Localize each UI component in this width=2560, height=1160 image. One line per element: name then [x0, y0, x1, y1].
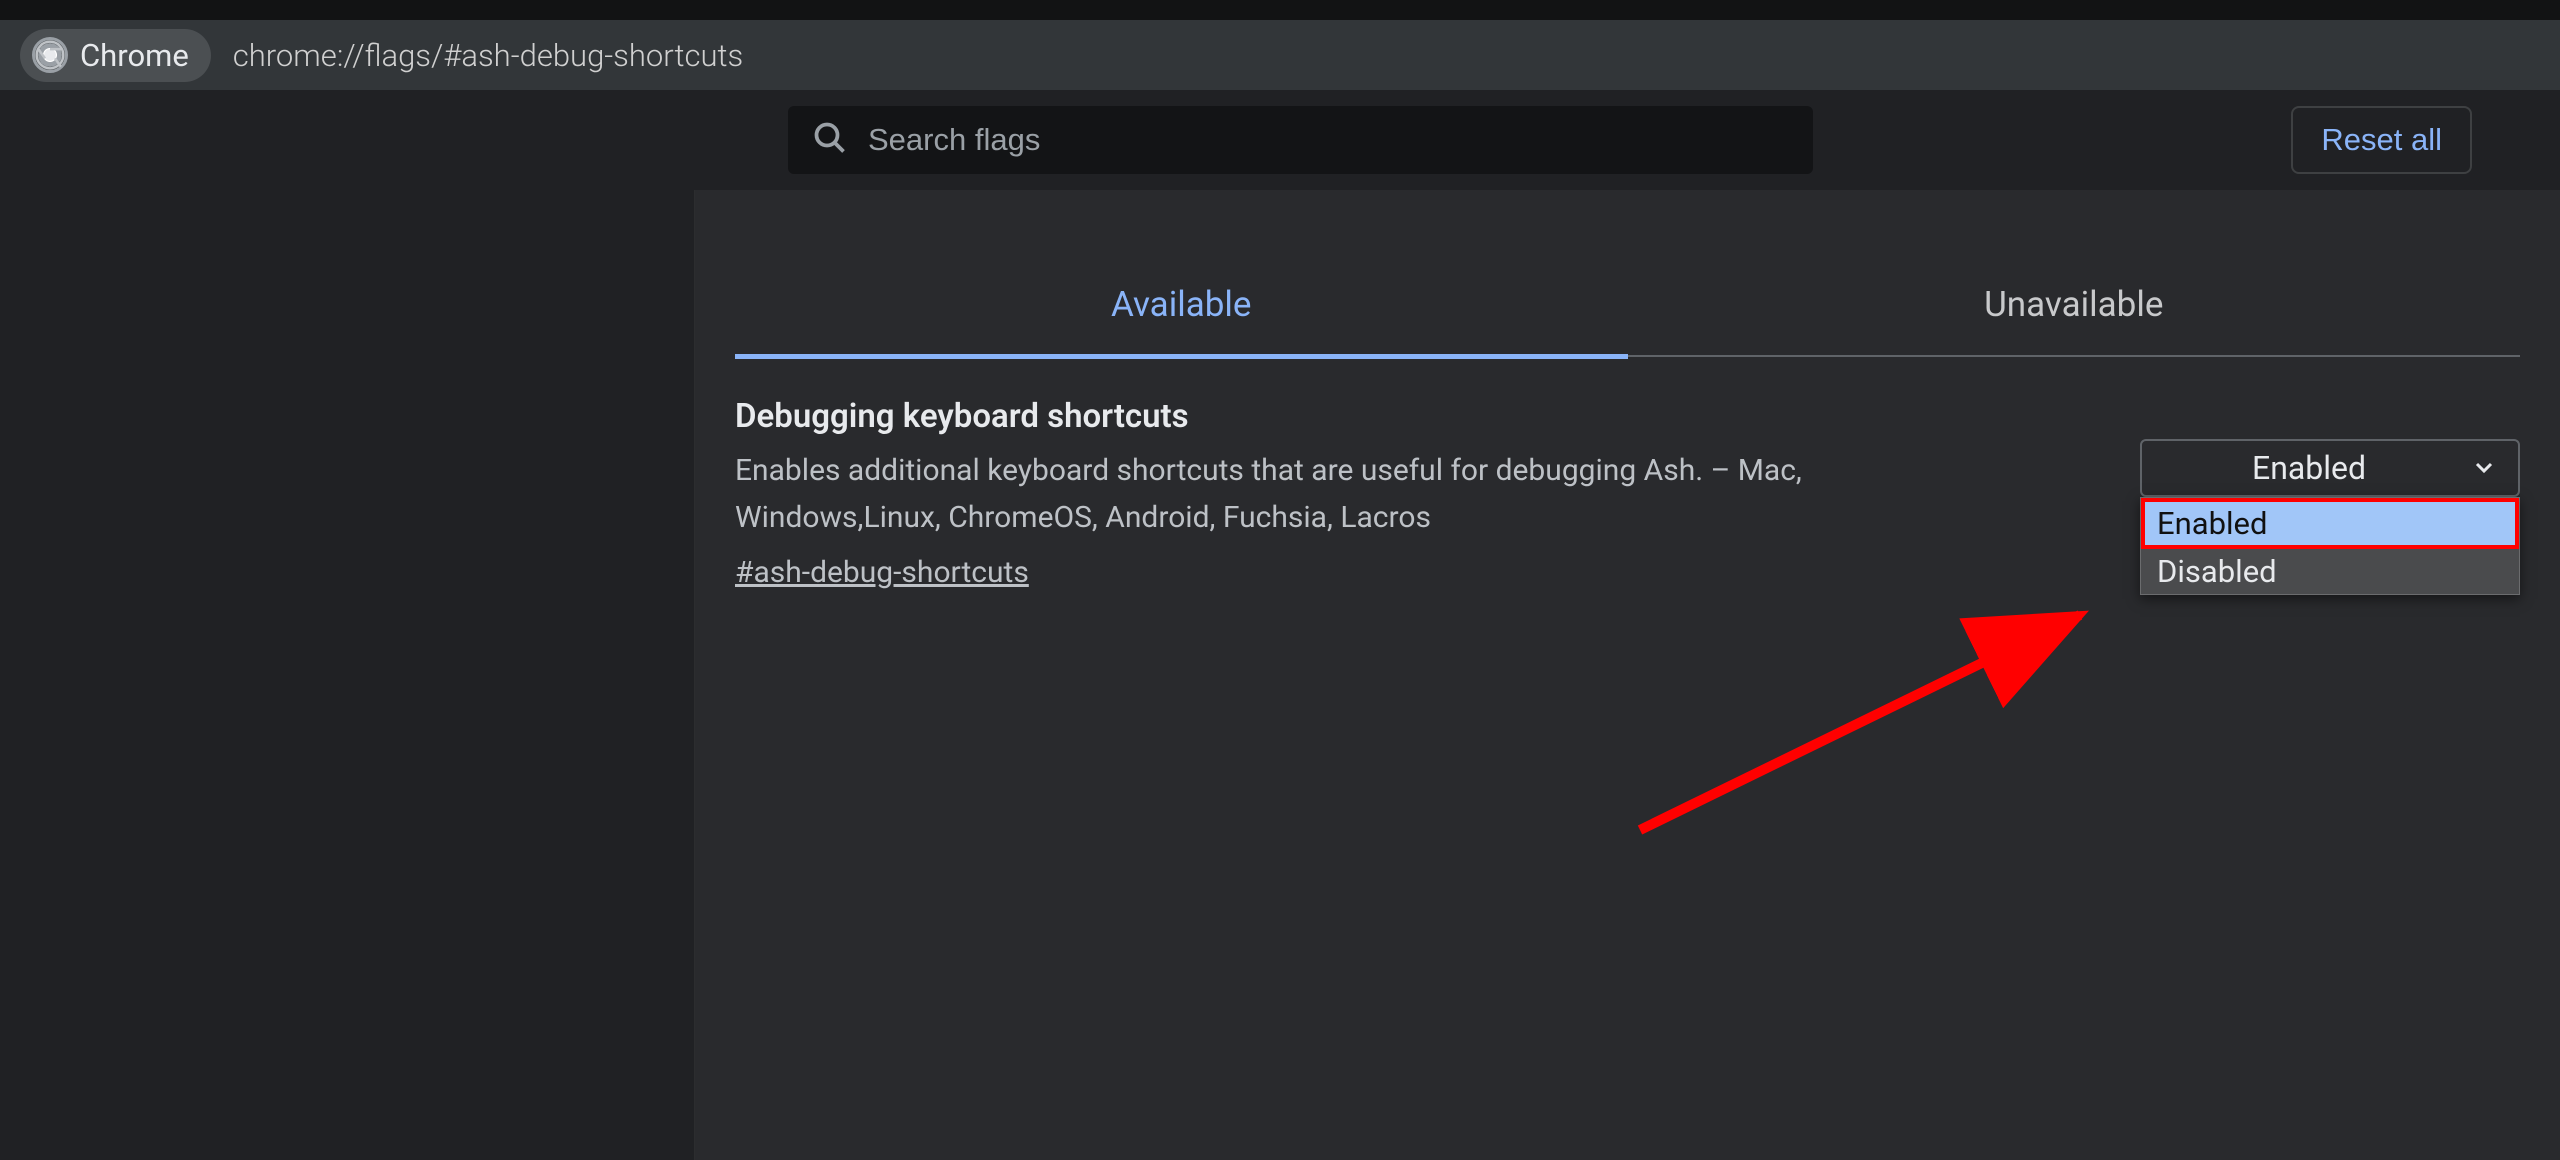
dropdown-option-disabled[interactable]: Disabled — [2141, 549, 2519, 594]
flag-title: Debugging keyboard shortcuts — [735, 397, 1935, 436]
flag-dropdown: Enabled Disabled — [2140, 497, 2520, 595]
chrome-icon — [32, 37, 68, 73]
content: Available Unavailable Debugging keyboard… — [695, 190, 2560, 1160]
header-row: Reset all — [0, 90, 2560, 190]
flag-select-wrapper: Enabled Enabled Disabled — [2140, 439, 2520, 497]
tabs: Available Unavailable — [735, 260, 2520, 357]
chevron-down-icon — [2472, 449, 2496, 487]
tab-unavailable[interactable]: Unavailable — [1628, 260, 2521, 355]
flag-item: Debugging keyboard shortcuts Enables add… — [695, 357, 2560, 590]
window-top-bar — [0, 0, 2560, 20]
chrome-badge: Chrome — [20, 29, 211, 82]
tab-available[interactable]: Available — [735, 260, 1628, 355]
flag-text: Debugging keyboard shortcuts Enables add… — [735, 397, 1935, 590]
search-input[interactable] — [868, 122, 1789, 158]
flag-hash-link[interactable]: #ash-debug-shortcuts — [735, 555, 1029, 590]
sidebar-space — [0, 190, 695, 1160]
reset-all-button[interactable]: Reset all — [2291, 106, 2472, 174]
url-text[interactable]: chrome://flags/#ash-debug-shortcuts — [233, 37, 743, 74]
flag-select[interactable]: Enabled — [2140, 439, 2520, 497]
search-icon — [812, 120, 868, 160]
browser-name: Chrome — [80, 37, 189, 74]
flag-select-value: Enabled — [2252, 449, 2366, 487]
dropdown-option-enabled[interactable]: Enabled — [2141, 498, 2519, 549]
search-container[interactable] — [788, 106, 1813, 174]
main-area: Available Unavailable Debugging keyboard… — [0, 190, 2560, 1160]
flag-description: Enables additional keyboard shortcuts th… — [735, 448, 1935, 541]
address-bar: Chrome chrome://flags/#ash-debug-shortcu… — [0, 20, 2560, 90]
